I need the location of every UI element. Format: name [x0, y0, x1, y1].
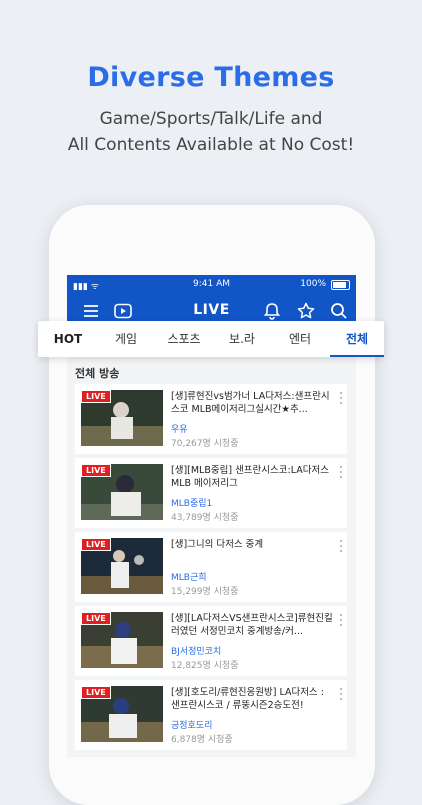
battery-percent: 100%: [300, 279, 326, 289]
broadcast-card[interactable]: LIVE [생][호도리/류현진응원방] LA다저스 : 샌프란시스코 / 류뚱…: [75, 680, 347, 750]
broadcast-card[interactable]: LIVE [생]류현진vs범가너 LA다저스:샌프란시스코 MLB메이저리그실시…: [75, 384, 347, 454]
viewer-count: 43,789명 시청중: [171, 513, 239, 523]
more-options-icon[interactable]: [339, 688, 343, 702]
bell-icon[interactable]: [262, 301, 282, 321]
more-options-icon[interactable]: [339, 466, 343, 480]
tab-bora[interactable]: 보.라: [220, 321, 264, 357]
broadcast-title[interactable]: [생]류현진vs범가너 LA다저스:샌프란시스코 MLB메이저리그실시간★추..…: [171, 390, 333, 416]
more-options-icon[interactable]: [339, 392, 343, 406]
viewer-count: 70,267명 시청중: [171, 439, 239, 449]
more-options-icon[interactable]: [339, 540, 343, 554]
search-icon[interactable]: [329, 301, 349, 321]
live-badge: LIVE: [81, 464, 111, 477]
section-title: 전체 방송: [75, 367, 120, 380]
broadcast-section: 전체 방송 LIVE [생]류현진vs범가너 LA다저스:샌프란시스코 MLB메…: [67, 357, 356, 757]
promo-subtitle-line1: Game/Sports/Talk/Life and: [99, 109, 323, 129]
promo-headline: Diverse Themes: [87, 62, 335, 93]
tab-entertainment[interactable]: 엔터: [278, 321, 322, 357]
live-badge: LIVE: [81, 538, 111, 551]
promo-subtitle-line2: All Contents Available at No Cost!: [67, 135, 355, 155]
battery-icon: [331, 280, 350, 290]
broadcast-thumbnail[interactable]: LIVE: [81, 538, 163, 594]
category-tab-bar: HOT 게임 스포츠 보.라 엔터 전체: [38, 321, 384, 357]
more-options-icon[interactable]: [339, 614, 343, 628]
tab-game[interactable]: 게임: [104, 321, 148, 357]
broadcaster-name[interactable]: BJ서정민코치: [171, 644, 221, 657]
tab-hot[interactable]: HOT: [46, 321, 90, 357]
broadcaster-name[interactable]: MLB중립1: [171, 496, 212, 509]
tab-sports[interactable]: 스포츠: [160, 321, 208, 357]
broadcaster-name[interactable]: MLB근희: [171, 570, 207, 583]
broadcast-thumbnail[interactable]: LIVE: [81, 464, 163, 520]
status-bar: ▮▮▮ ᯤ 9:41 AM 100%: [67, 275, 356, 295]
broadcast-title[interactable]: [생][MLB중립] 샌프란시스코:LA다저스 MLB 메이저리그: [171, 464, 333, 490]
live-badge: LIVE: [81, 686, 111, 699]
live-badge: LIVE: [81, 390, 111, 403]
viewer-count: 6,878명 시청중: [171, 735, 233, 745]
broadcast-title[interactable]: [생][LA다저스VS샌프란시스코]류현진킬러였던 서정민코치 중계방송/커..…: [171, 612, 333, 638]
broadcast-card[interactable]: LIVE [생]그니의 다저스 중계 MLB근희 15,299명 시청중: [75, 532, 347, 602]
broadcast-card[interactable]: LIVE [생][MLB중립] 샌프란시스코:LA다저스 MLB 메이저리그 M…: [75, 458, 347, 528]
viewer-count: 15,299명 시청중: [171, 587, 239, 597]
broadcast-thumbnail[interactable]: LIVE: [81, 390, 163, 446]
broadcast-title[interactable]: [생][호도리/류현진응원방] LA다저스 : 샌프란시스코 / 류뚱시즌2승도…: [171, 686, 333, 712]
broadcast-thumbnail[interactable]: LIVE: [81, 686, 163, 742]
viewer-count: 12,825명 시청중: [171, 661, 239, 671]
broadcast-card[interactable]: LIVE [생][LA다저스VS샌프란시스코]류현진킬러였던 서정민코치 중계방…: [75, 606, 347, 676]
broadcaster-name[interactable]: 우유: [171, 422, 188, 435]
star-icon[interactable]: [296, 301, 316, 321]
broadcaster-name[interactable]: 긍정호도리: [171, 718, 212, 731]
broadcast-thumbnail[interactable]: LIVE: [81, 612, 163, 668]
broadcast-title[interactable]: [생]그니의 다저스 중계: [171, 538, 333, 551]
tab-all[interactable]: 전체: [330, 321, 384, 357]
live-badge: LIVE: [81, 612, 111, 625]
